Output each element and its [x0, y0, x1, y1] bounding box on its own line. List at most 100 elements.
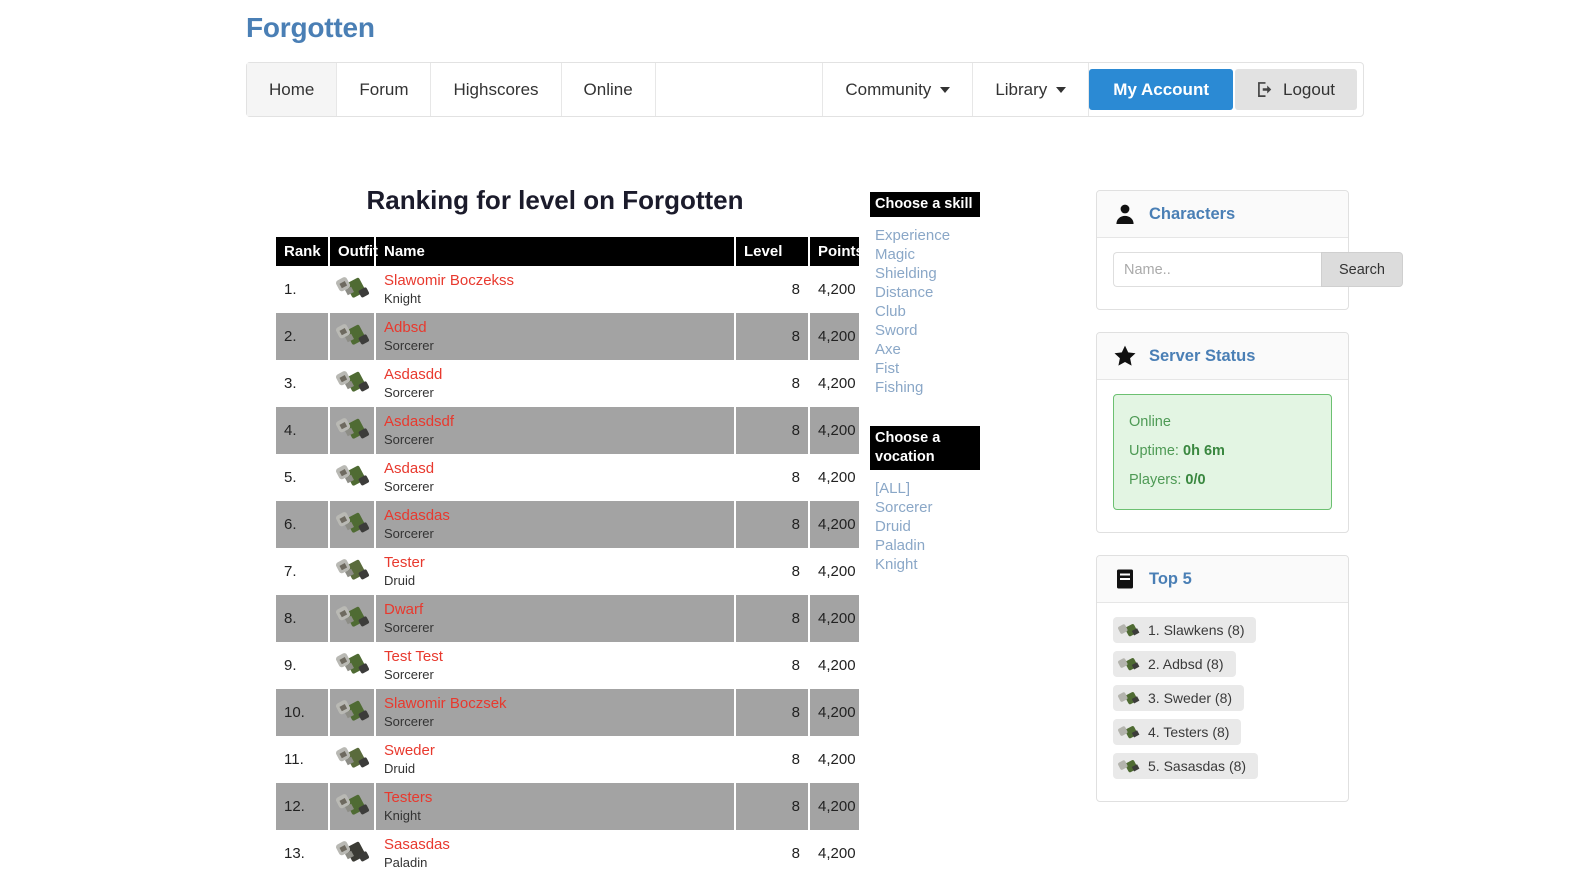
- cell-rank: 12.: [276, 783, 330, 830]
- nav-item-highscores[interactable]: Highscores: [431, 63, 562, 116]
- nav-item-home[interactable]: Home: [247, 63, 338, 116]
- table-row: 12. Testers Knight 8 4,200: [276, 783, 859, 830]
- search-button[interactable]: Search: [1321, 252, 1403, 287]
- col-header-level: Level: [735, 237, 810, 266]
- vocation-filter-sorcerer[interactable]: Sorcerer: [870, 498, 980, 517]
- character-name-link[interactable]: Test Test: [384, 648, 726, 666]
- cell-rank: 9.: [276, 642, 330, 689]
- character-name-link[interactable]: Adbsd: [384, 319, 726, 337]
- nav-dropdown-community[interactable]: Community: [823, 63, 974, 116]
- table-row: 8. Dwarf Sorcerer 8 4,200: [276, 595, 859, 642]
- server-status-panel: Server Status Online Uptime: 0h 6m Playe…: [1096, 332, 1349, 533]
- characters-panel-header: Characters: [1097, 191, 1348, 238]
- cell-points: 4,200: [809, 407, 859, 454]
- cell-level: 8: [735, 454, 810, 501]
- character-vocation: Druid: [384, 573, 416, 588]
- character-name-link[interactable]: Slawomir Boczsek: [384, 695, 726, 713]
- skill-filter-shielding[interactable]: Shielding: [870, 264, 980, 283]
- character-name-link[interactable]: Slawomir Boczekss: [384, 272, 726, 290]
- table-row: 10. Slawomir Boczsek Sorcerer 8 4,200: [276, 689, 859, 736]
- cell-points: 4,200: [809, 501, 859, 548]
- skill-filter-magic[interactable]: Magic: [870, 245, 980, 264]
- choose-vocation-header: Choose a vocation: [870, 426, 980, 470]
- cell-rank: 10.: [276, 689, 330, 736]
- skill-filter-experience[interactable]: Experience: [870, 226, 980, 245]
- server-online-state: Online: [1129, 414, 1171, 430]
- skill-filter-club[interactable]: Club: [870, 302, 980, 321]
- cell-points: 4,200: [809, 266, 859, 313]
- list-item[interactable]: 2. Adbsd (8): [1113, 651, 1236, 677]
- outfit-sprite-icon: [332, 407, 374, 449]
- col-header-rank: Rank: [276, 237, 330, 266]
- character-name-link[interactable]: Dwarf: [384, 601, 726, 619]
- character-name-link[interactable]: Asdasdas: [384, 507, 726, 525]
- cell-outfit: [329, 407, 376, 454]
- list-item[interactable]: 5. Sasasdas (8): [1113, 753, 1259, 779]
- search-input[interactable]: [1113, 252, 1321, 287]
- top5-item-label: 3. Sweder (8): [1148, 690, 1233, 706]
- my-account-button[interactable]: My Account: [1089, 69, 1233, 110]
- outfit-sprite-icon: [332, 454, 374, 496]
- character-name-link[interactable]: Asdasdd: [384, 366, 726, 384]
- cell-name: Asdasdas Sorcerer: [375, 501, 736, 548]
- nav-label: Library: [995, 79, 1048, 99]
- skill-filter-distance[interactable]: Distance: [870, 283, 980, 302]
- chevron-down-icon: [940, 86, 951, 93]
- character-name-link[interactable]: Sweder: [384, 742, 726, 760]
- table-row: 6. Asdasdas Sorcerer 8 4,200: [276, 501, 859, 548]
- table-row: 13. Sasasdas Paladin 8 4,200: [276, 830, 859, 877]
- character-vocation: Sorcerer: [384, 667, 434, 682]
- character-name-link[interactable]: Tester: [384, 554, 726, 572]
- outfit-sprite-icon: [332, 266, 374, 308]
- top5-item-label: 1. Slawkens (8): [1148, 622, 1245, 638]
- cell-level: 8: [735, 501, 810, 548]
- nav-item-online[interactable]: Online: [562, 63, 656, 116]
- skill-filter-axe[interactable]: Axe: [870, 340, 980, 359]
- server-uptime-label: Uptime:: [1129, 443, 1179, 459]
- outfit-sprite-icon: [332, 736, 374, 778]
- character-name-link[interactable]: Asdasd: [384, 460, 726, 478]
- ranking-table-body: 1. Slawomir Boczekss Knight 8 4,200 2. Adbsd So…: [276, 266, 859, 877]
- list-item[interactable]: 3. Sweder (8): [1113, 685, 1245, 711]
- vocation-filter-paladin[interactable]: Paladin: [870, 536, 980, 555]
- cell-outfit: [329, 642, 376, 689]
- character-name-link[interactable]: Testers: [384, 789, 726, 807]
- list-item[interactable]: 4. Testers (8): [1113, 719, 1242, 745]
- cell-points: 4,200: [809, 689, 859, 736]
- site-logo[interactable]: Forgotten: [246, 12, 375, 44]
- table-row: 11. Sweder Druid 8 4,200: [276, 736, 859, 783]
- skill-filter-fishing[interactable]: Fishing: [870, 378, 980, 397]
- nav-dropdown-library[interactable]: Library: [973, 63, 1090, 116]
- outfit-sprite-icon: [1116, 719, 1143, 745]
- skill-filter-fist[interactable]: Fist: [870, 359, 980, 378]
- server-players-label: Players:: [1129, 472, 1182, 488]
- character-name-link[interactable]: Sasasdas: [384, 836, 726, 854]
- list-item[interactable]: 1. Slawkens (8): [1113, 617, 1257, 643]
- vocation-filter--all-[interactable]: [ALL]: [870, 479, 980, 498]
- nav-item-forum[interactable]: Forum: [337, 63, 432, 116]
- character-name-link[interactable]: Asdasdsdf: [384, 413, 726, 431]
- vocation-filter-druid[interactable]: Druid: [870, 517, 980, 536]
- logout-button[interactable]: Logout: [1235, 69, 1357, 110]
- outfit-sprite-icon: [1116, 651, 1143, 677]
- nav-label: Online: [583, 79, 633, 99]
- cell-rank: 8.: [276, 595, 330, 642]
- outfit-sprite-icon: [332, 548, 374, 590]
- skill-filter-sword[interactable]: Sword: [870, 321, 980, 340]
- cell-outfit: [329, 689, 376, 736]
- nav-spacer: [656, 63, 824, 116]
- nav-label: Home: [269, 79, 315, 99]
- top5-panel-body: 1. Slawkens (8) 2. Adbsd (8) 3. Sweder (8)…: [1097, 603, 1348, 801]
- status-badge: Online Uptime: 0h 6m Players: 0/0: [1113, 394, 1332, 510]
- cell-points: 4,200: [809, 595, 859, 642]
- logout-icon: [1257, 81, 1274, 98]
- cell-level: 8: [735, 360, 810, 407]
- cell-rank: 4.: [276, 407, 330, 454]
- cell-level: 8: [735, 313, 810, 360]
- vocation-filter-knight[interactable]: Knight: [870, 555, 980, 574]
- table-row: 2. Adbsd Sorcerer 8 4,200: [276, 313, 859, 360]
- nav-label: Highscores: [453, 79, 539, 99]
- logout-label: Logout: [1283, 79, 1335, 99]
- character-vocation: Sorcerer: [384, 714, 434, 729]
- cell-points: 4,200: [809, 360, 859, 407]
